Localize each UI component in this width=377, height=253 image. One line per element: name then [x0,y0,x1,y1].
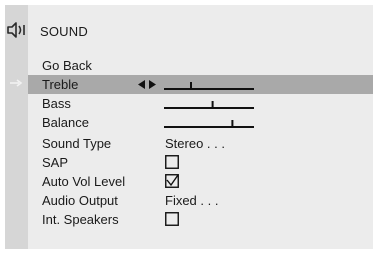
menu-item-label: Int. Speakers [42,212,119,227]
sap-checkbox[interactable] [165,155,179,169]
left-right-arrows-icon [138,80,156,89]
menu-item-audio-output[interactable]: Audio Output Fixed . . . [28,191,373,210]
menu-item-go-back[interactable]: Go Back [28,56,373,75]
menu-item-treble[interactable]: Treble [28,75,373,94]
menu-title: SOUND [40,24,88,39]
menu-item-sound-type[interactable]: Sound Type Stereo . . . [28,134,373,153]
menu-item-balance[interactable]: Balance [28,113,373,132]
menu-item-label: Audio Output [42,193,118,208]
sound-type-value: Stereo . . . [165,136,225,151]
bass-slider[interactable] [164,95,254,112]
balance-slider[interactable] [164,114,254,131]
menu-item-auto-vol-level[interactable]: Auto Vol Level [28,172,373,191]
audio-output-value: Fixed . . . [165,193,219,208]
menu-item-int-speakers[interactable]: Int. Speakers [28,210,373,229]
menu-item-bass[interactable]: Bass [28,94,373,113]
menu-item-label: Bass [42,96,71,111]
int-speakers-checkbox[interactable] [165,212,179,226]
treble-slider[interactable] [164,76,254,93]
menu-item-label: Sound Type [42,136,112,151]
menu-item-label: Treble [42,77,79,92]
sound-menu-panel: SOUND Go Back Treble Bass Balance Sound … [5,5,373,249]
menu-sidebar [5,5,28,249]
menu-item-sap[interactable]: SAP [28,153,373,172]
menu-item-label: SAP [42,155,69,170]
menu-item-label: Balance [42,115,89,130]
right-arrow-icon [10,79,23,87]
menu-item-label: Auto Vol Level [42,174,126,189]
menu-item-label: Go Back [42,58,92,73]
auto-vol-level-checkbox[interactable] [165,174,179,188]
speaker-icon [7,22,25,38]
